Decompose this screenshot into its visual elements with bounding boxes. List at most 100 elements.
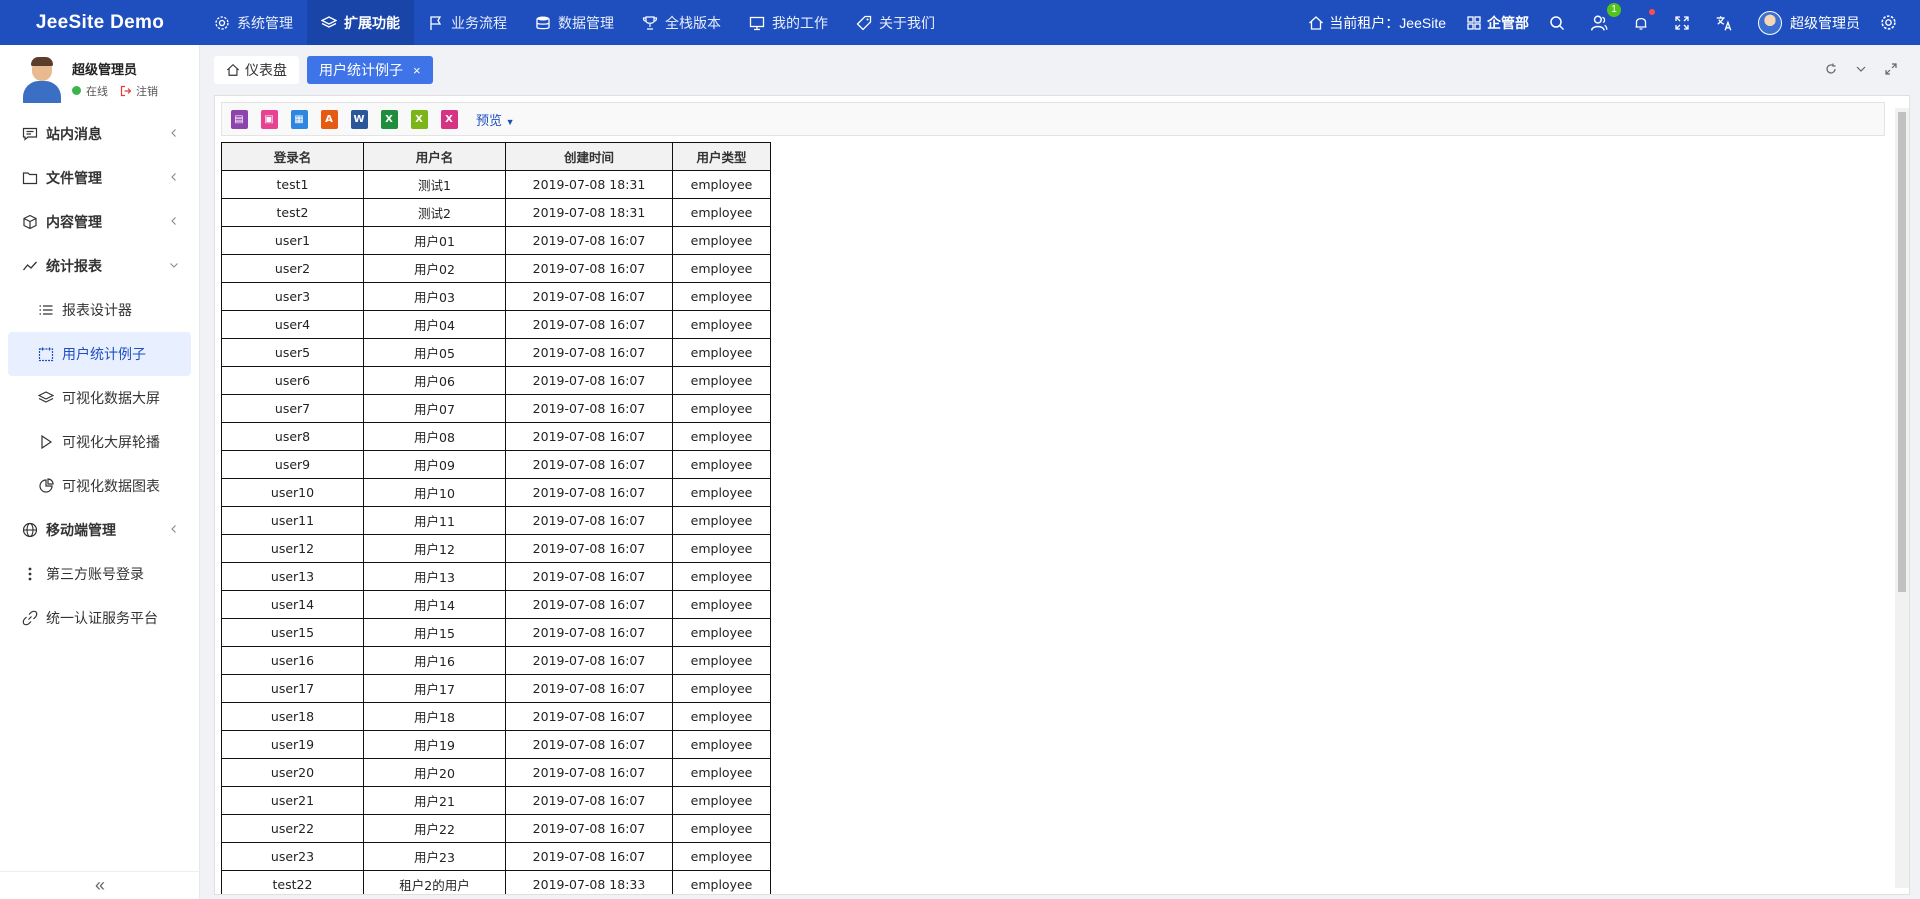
table-cell: 测试1 [363, 170, 506, 199]
chevron-down-icon [1856, 66, 1866, 72]
topnav-item-extensions[interactable]: 扩展功能 [307, 0, 414, 45]
user-status-label: 在线 [86, 85, 108, 98]
preview-dropdown[interactable]: 预览 ▼ [476, 110, 515, 129]
scrollbar-thumb[interactable] [1898, 112, 1906, 592]
language-button[interactable] [1705, 0, 1748, 45]
table-cell: user4 [221, 310, 364, 339]
logout-link[interactable]: 注销 [136, 83, 158, 99]
sidebar-item-messages[interactable]: 站内消息 [0, 112, 199, 156]
sidebar-item-label: 统计报表 [46, 258, 102, 274]
print-preview-button[interactable]: ▣ [258, 108, 280, 130]
fullscreen-button[interactable] [1664, 0, 1705, 45]
vertical-scrollbar[interactable] [1895, 108, 1909, 888]
table-cell: user9 [221, 450, 364, 479]
table-cell: employee [672, 870, 771, 894]
topnav-item-mywork[interactable]: 我的工作 [735, 0, 842, 45]
export-pdf-button[interactable]: A [318, 108, 340, 130]
refresh-tab-button[interactable] [1816, 63, 1846, 78]
table-row: user14 用户14 2019-07-08 16:07 employee [221, 590, 771, 619]
table-row: user23 用户23 2019-07-08 16:07 employee [221, 842, 771, 871]
org-switch[interactable]: 企管部 [1456, 0, 1539, 45]
excel-paging-icon: X [410, 109, 428, 129]
table-row: user2 用户02 2019-07-08 16:07 employee [221, 254, 771, 283]
sidebar-item-content[interactable]: 内容管理 [0, 200, 199, 244]
table-cell: 2019-07-08 18:33 [505, 870, 673, 894]
tab-close-button[interactable]: × [413, 63, 421, 78]
list-icon [39, 305, 53, 315]
table-cell: user7 [221, 394, 364, 423]
link-icon [22, 610, 38, 626]
table-cell: user19 [221, 730, 364, 759]
sidebar-item-label: 可视化数据大屏 [62, 390, 160, 406]
report-viewer: ▤ ▣ ▦ A W X X X 预览 ▼ 登录名 用户名 创建时间 用户类型 t… [214, 95, 1910, 895]
tab-dashboard[interactable]: 仪表盘 [214, 56, 299, 84]
sidebar-item-data-charts[interactable]: 可视化数据图表 [0, 464, 199, 508]
play-icon [41, 434, 53, 450]
sidebar-item-label: 可视化大屏轮播 [62, 434, 160, 450]
user-menu[interactable]: 超级管理员 [1748, 0, 1870, 45]
table-cell: 2019-07-08 16:07 [505, 786, 673, 815]
top-right-tools: 当前租户：JeeSite 企管部 1 超级管理员 [1298, 0, 1920, 45]
page-setup-button[interactable]: ▦ [288, 108, 310, 130]
export-excel-paging-button[interactable]: X [408, 108, 430, 130]
user-group-icon [1590, 15, 1608, 31]
topnav-item-workflow[interactable]: 业务流程 [414, 0, 521, 45]
topnav-item-system[interactable]: 系统管理 [200, 0, 307, 45]
export-excel-button[interactable]: X [378, 108, 400, 130]
tab-user-stats[interactable]: 用户统计例子 × [307, 56, 433, 84]
table-cell: user11 [221, 506, 364, 535]
monitor-icon [749, 16, 765, 30]
table-cell: 2019-07-08 16:07 [505, 338, 673, 367]
export-excel-sheet-button[interactable]: X [438, 108, 460, 130]
topnav-item-about[interactable]: 关于我们 [842, 0, 949, 45]
settings-button[interactable] [1870, 0, 1912, 45]
table-cell: 2019-07-08 16:07 [505, 842, 673, 871]
table-cell: user5 [221, 338, 364, 367]
table-row: user19 用户19 2019-07-08 16:07 employee [221, 730, 771, 759]
sidebar-item-data-screen[interactable]: 可视化数据大屏 [0, 376, 199, 420]
sidebar-item-third-party-login[interactable]: 第三方账号登录 [0, 552, 199, 596]
app-logo[interactable]: JeeSite Demo [0, 12, 200, 34]
export-word-button[interactable]: W [348, 108, 370, 130]
topnav-label: 全栈版本 [665, 14, 721, 31]
table-cell: employee [672, 282, 771, 311]
table-cell: employee [672, 226, 771, 255]
table-row: test2 测试2 2019-07-08 18:31 employee [221, 198, 771, 227]
preview-label: 预览 [476, 112, 503, 128]
sidebar-item-user-stats[interactable]: 用户统计例子 [8, 332, 191, 376]
tab-menu-button[interactable] [1846, 63, 1876, 78]
sidebar-user-panel: 超级管理员 在线 注销 [0, 45, 199, 112]
print-button[interactable]: ▤ [228, 108, 250, 130]
online-users-button[interactable]: 1 [1580, 0, 1623, 45]
table-cell: 用户21 [363, 786, 506, 815]
table-cell: employee [672, 534, 771, 563]
sidebar-item-auth-platform[interactable]: 统一认证服务平台 [0, 596, 199, 640]
sidebar-item-screen-carousel[interactable]: 可视化大屏轮播 [0, 420, 199, 464]
sidebar-item-mobile[interactable]: 移动端管理 [0, 508, 199, 552]
table-cell: 用户19 [363, 730, 506, 759]
topnav-item-fullstack[interactable]: 全栈版本 [628, 0, 735, 45]
top-navbar: JeeSite Demo 系统管理 扩展功能 业务流程 数据管理 全栈版本 我的… [0, 0, 1920, 45]
top-nav: 系统管理 扩展功能 业务流程 数据管理 全栈版本 我的工作 关于我们 [200, 0, 949, 45]
table-cell: 2019-07-08 16:07 [505, 226, 673, 255]
table-cell: user22 [221, 814, 364, 843]
sidebar-item-report-designer[interactable]: 报表设计器 [0, 288, 199, 332]
table-cell: 2019-07-08 16:07 [505, 646, 673, 675]
topnav-item-data[interactable]: 数据管理 [521, 0, 628, 45]
message-icon [22, 127, 38, 141]
table-cell: 用户09 [363, 450, 506, 479]
notifications-button[interactable] [1623, 0, 1664, 45]
table-cell: user18 [221, 702, 364, 731]
table-cell: 2019-07-08 18:31 [505, 170, 673, 199]
sidebar-item-files[interactable]: 文件管理 [0, 156, 199, 200]
tenant-switch[interactable]: 当前租户：JeeSite [1298, 0, 1456, 45]
tab-maximize-button[interactable] [1876, 62, 1906, 78]
sidebar-collapse-button[interactable]: « [0, 871, 200, 899]
sidebar-item-reports[interactable]: 统计报表 [0, 244, 199, 288]
table-cell: test2 [221, 198, 364, 227]
search-button[interactable] [1539, 0, 1580, 45]
table-cell: employee [672, 730, 771, 759]
tab-label: 仪表盘 [245, 62, 287, 78]
layers-icon [38, 391, 54, 403]
sidebar-item-label: 用户统计例子 [62, 346, 146, 362]
